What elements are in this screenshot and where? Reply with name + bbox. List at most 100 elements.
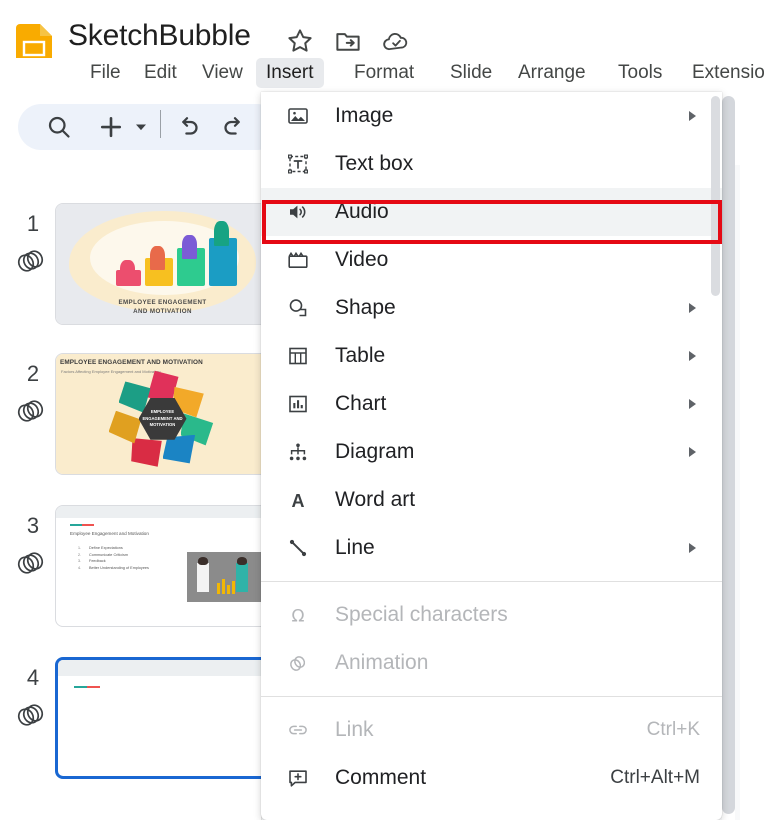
menu-item-special-characters: Ω Special characters — [261, 591, 722, 639]
list-item: 4. Better Understanding of Employees — [78, 565, 149, 570]
redo-icon[interactable] — [220, 112, 250, 142]
menu-file[interactable]: File — [80, 58, 131, 88]
slide-3-heading: Employee Engagement and Motivation — [70, 531, 149, 536]
menu-view[interactable]: View — [192, 58, 253, 88]
canvas-scrollbar-thumb[interactable] — [722, 96, 735, 814]
menu-format[interactable]: Format — [344, 58, 424, 88]
menu-item-label: Link — [335, 718, 374, 741]
toolbar-divider — [160, 110, 161, 138]
menu-item-chart[interactable]: Chart — [261, 380, 722, 428]
search-icon[interactable] — [44, 112, 74, 142]
svg-text:Ω: Ω — [292, 607, 305, 627]
chevron-right-icon — [689, 543, 696, 553]
hexagon-diagram: EMPLOYEE ENGAGEMENT AND MOTIVATION — [108, 370, 217, 467]
menu-item-table[interactable]: Table — [261, 332, 722, 380]
figure-3 — [181, 235, 197, 260]
menu-item-video[interactable]: Video — [261, 236, 722, 284]
new-slide-caret-icon[interactable] — [132, 112, 150, 142]
menu-slide[interactable]: Slide — [440, 58, 502, 88]
menu-item-shape[interactable]: Shape — [261, 284, 722, 332]
chevron-right-icon — [689, 351, 696, 361]
menu-scrollbar-thumb[interactable] — [711, 96, 720, 296]
cloud-saved-icon[interactable] — [381, 26, 411, 56]
new-slide-icon[interactable] — [96, 112, 126, 142]
chart-icon — [283, 389, 313, 419]
menu-item-label: Audio — [335, 200, 389, 223]
slide-thumbnail-2[interactable]: EMPLOYEE ENGAGEMENT AND MOTIVATION Facto… — [55, 353, 261, 475]
menu-separator — [261, 696, 722, 697]
menu-item-line[interactable]: Line — [261, 524, 722, 572]
slide-number: 1 — [26, 211, 40, 236]
slide-number: 3 — [26, 513, 40, 538]
menu-bar: File Edit View Insert Format Slide Arran… — [0, 58, 780, 92]
filmstrip-slide-4[interactable]: 4 — [0, 657, 261, 787]
chevron-right-icon — [689, 399, 696, 409]
figure-2 — [149, 246, 165, 270]
layers-icon — [14, 701, 46, 731]
audio-icon — [283, 197, 313, 227]
menu-item-comment[interactable]: Comment Ctrl+Alt+M — [261, 754, 722, 802]
diagram-icon — [283, 437, 313, 467]
slide-3-bullet-list: 1. Define Expectations 2. Communicate Crit… — [78, 546, 149, 572]
text-box-icon — [283, 149, 313, 179]
filmstrip-slide-2[interactable]: 2 EMPLOYEE ENGAGEMENT AND MOTIVATION Fac… — [0, 353, 261, 483]
filmstrip-slide-3[interactable]: 3 Employee Engagement and Motivation 1. D… — [0, 505, 261, 635]
menu-item-link: Link Ctrl+K — [261, 706, 722, 754]
slide-number: 4 — [26, 665, 40, 690]
menu-item-label: Image — [335, 104, 394, 127]
menu-item-label: Animation — [335, 651, 429, 674]
menu-item-text-box[interactable]: Text box — [261, 140, 722, 188]
chevron-right-icon — [689, 447, 696, 457]
menu-item-label: Video — [335, 248, 389, 271]
figure-1 — [119, 260, 135, 282]
slide-3-header-band — [56, 506, 261, 518]
video-icon — [283, 245, 313, 275]
chevron-right-icon — [689, 111, 696, 121]
layers-icon — [14, 397, 46, 427]
menu-separator — [261, 581, 722, 582]
menu-item-label: Diagram — [335, 440, 415, 463]
filmstrip-slide-1[interactable]: 1 EMPLOYEE ENGAGEMENT AND MOTIVATION — [0, 203, 261, 333]
menu-item-animation: Animation — [261, 639, 722, 687]
layers-icon — [14, 247, 46, 277]
slide-number: 2 — [26, 361, 40, 386]
page-title[interactable]: SketchBubble — [68, 19, 251, 53]
menu-item-label: Table — [335, 344, 386, 367]
menu-tools[interactable]: Tools — [608, 58, 672, 88]
menu-item-shortcut: Ctrl+Alt+M — [610, 767, 700, 788]
menu-item-label: Chart — [335, 392, 387, 415]
menu-edit[interactable]: Edit — [134, 58, 187, 88]
menu-item-label: Comment — [335, 766, 427, 789]
move-to-folder-icon[interactable] — [333, 26, 363, 56]
slide-3-accent-rule — [70, 524, 94, 526]
list-item: 2. Communicate Criticism — [78, 552, 129, 557]
word-art-icon: A — [283, 485, 313, 515]
image-icon — [283, 101, 313, 131]
menu-extensions[interactable]: Extensio — [682, 58, 775, 88]
slide-thumbnail-3[interactable]: Employee Engagement and Motivation 1. Def… — [55, 505, 261, 627]
menu-item-shortcut: Ctrl+K — [646, 719, 700, 740]
slide-thumbnail-4[interactable] — [55, 657, 261, 779]
star-icon[interactable] — [285, 26, 315, 56]
menu-insert[interactable]: Insert — [256, 58, 324, 88]
table-icon — [283, 341, 313, 371]
comment-icon — [283, 763, 313, 793]
menu-arrange[interactable]: Arrange — [508, 58, 596, 88]
slide-thumbnail-1[interactable]: EMPLOYEE ENGAGEMENT AND MOTIVATION — [55, 203, 261, 325]
menu-item-diagram[interactable]: Diagram — [261, 428, 722, 476]
slide-2-title: EMPLOYEE ENGAGEMENT AND MOTIVATION — [60, 359, 203, 366]
menu-item-label: Word art — [335, 488, 416, 511]
right-ruler-strip — [740, 95, 780, 820]
google-slides-window: SketchBubble File Edit View Insert Forma… — [0, 0, 780, 820]
slide-3-photo — [187, 552, 261, 602]
menu-item-word-art[interactable]: A Word art — [261, 476, 722, 524]
petal-4 — [162, 434, 196, 464]
link-icon — [283, 715, 313, 745]
undo-icon[interactable] — [172, 112, 202, 142]
menu-item-label: Shape — [335, 296, 396, 319]
menu-item-label: Line — [335, 536, 375, 559]
menu-item-audio[interactable]: Audio — [261, 188, 722, 236]
menu-item-image[interactable]: Image — [261, 92, 722, 140]
shape-icon — [283, 293, 313, 323]
title-bar: SketchBubble — [0, 0, 780, 68]
